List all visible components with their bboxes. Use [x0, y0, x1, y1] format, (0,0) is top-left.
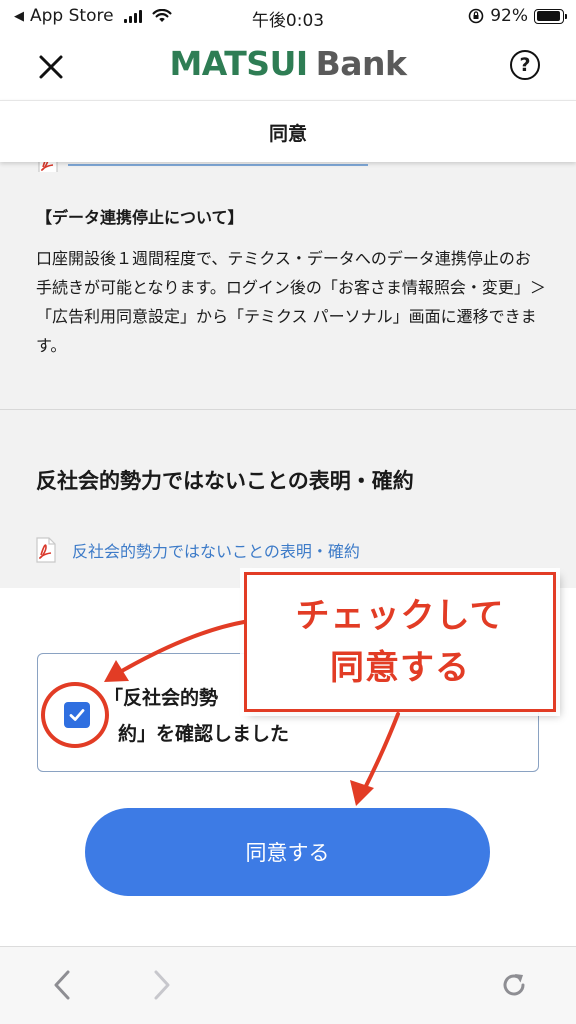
annotation-circle [41, 682, 109, 748]
hidden-link-text [68, 164, 368, 166]
app-header: MATSUI Bank ? [0, 34, 576, 100]
brand-secondary: Bank [315, 44, 407, 83]
battery-icon [534, 8, 567, 24]
status-bar: ◀ App Store 午後0:03 92% [0, 0, 576, 34]
status-right: 92% [468, 6, 567, 26]
pdf-icon [36, 537, 56, 563]
forward-icon [154, 970, 170, 1000]
agree-button[interactable]: 同意する [85, 808, 490, 896]
rotation-lock-icon [468, 8, 484, 24]
battery-percent: 92% [490, 6, 528, 26]
brand-primary: MATSUI [169, 44, 308, 83]
brand-logo: MATSUI Bank [0, 44, 576, 83]
back-icon [54, 970, 70, 1000]
section-divider [0, 409, 576, 410]
forward-button[interactable] [146, 969, 178, 1001]
declaration-pdf-link[interactable]: 反社会的勢力ではないことの表明・確約 [36, 537, 360, 563]
page-title: 同意 [268, 123, 307, 145]
declaration-title: 反社会的勢力ではないことの表明・確約 [36, 469, 414, 493]
help-button[interactable]: ? [510, 50, 540, 80]
data-section-body: 口座開設後１週間程度で、テミクス・データへのデータ連携停止のお手続きが可能となり… [36, 249, 546, 355]
nav-title-bar: 同意 [0, 100, 576, 162]
consent-content[interactable]: 【データ連携停止について】 口座開設後１週間程度で、テミクス・データへのデータ連… [0, 152, 576, 588]
reload-button[interactable] [498, 969, 530, 1001]
pdf-link-label[interactable]: 反社会的勢力ではないことの表明・確約 [72, 538, 360, 562]
agreement-label-line2: 約」を確認しました [118, 723, 290, 745]
data-section-heading: 【データ連携停止について】 [36, 208, 244, 227]
annotation-callout: チェックして 同意する [244, 572, 556, 712]
help-icon: ? [519, 54, 531, 76]
callout-line1: チェックして [295, 596, 505, 636]
reload-icon [503, 974, 525, 996]
back-button[interactable] [46, 969, 78, 1001]
browser-toolbar [0, 946, 576, 1024]
callout-line2: 同意する [330, 648, 470, 688]
